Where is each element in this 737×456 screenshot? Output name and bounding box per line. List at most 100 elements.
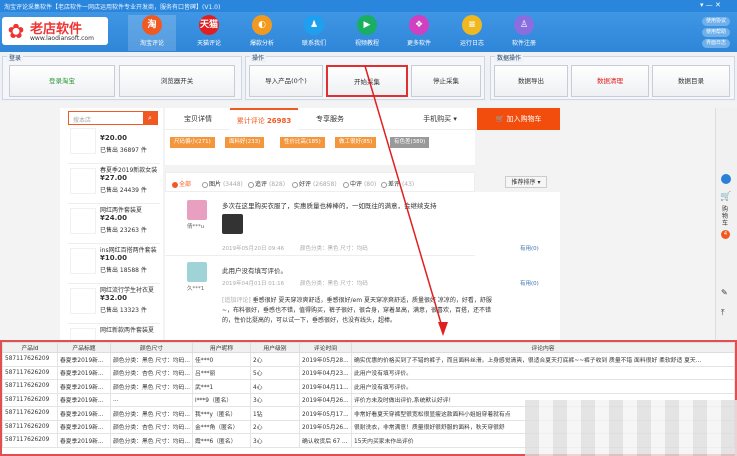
table-cell[interactable]: 颜色分类：黑色 尺寸：均码...: [110, 352, 193, 367]
table-cell[interactable]: 春夏季2019新...: [57, 406, 111, 421]
review-tag[interactable]: 性价比高(185): [280, 137, 325, 148]
table-cell[interactable]: 吕***丽: [192, 365, 251, 380]
table-cell[interactable]: 2心: [250, 352, 300, 367]
radio-icon[interactable]: [248, 181, 254, 188]
tab-reviews[interactable]: 累计评论 26983: [230, 108, 298, 130]
review-tag[interactable]: 面料好(233): [225, 137, 265, 148]
cart-label[interactable]: 购物车: [722, 206, 730, 227]
filter-option[interactable]: 追评 (828): [248, 179, 285, 188]
product-item[interactable]: 网红流行学生衬衣夏 ¥32.00 已售出 13323 件: [68, 284, 160, 324]
browser-toggle-button[interactable]: 浏览器开关: [119, 65, 235, 97]
radio-icon[interactable]: [202, 181, 208, 188]
review-image[interactable]: [222, 214, 243, 234]
table-cell[interactable]: 587117626209: [2, 433, 58, 448]
help-button[interactable]: 使用帮助: [702, 28, 730, 37]
column-header[interactable]: 颜色尺寸: [110, 342, 193, 353]
table-cell[interactable]: 5心: [250, 365, 300, 380]
table-cell[interactable]: 春夏季2019新...: [57, 419, 111, 434]
tab-services[interactable]: 专享服务: [305, 108, 355, 130]
filter-option[interactable]: 差评 (43): [381, 179, 414, 188]
filter-option[interactable]: 全部: [172, 179, 191, 188]
table-cell[interactable]: l***9（匿名）: [192, 392, 251, 407]
table-cell[interactable]: 春夏季2019新...: [57, 392, 111, 407]
table-cell[interactable]: 春夏季2019新...: [57, 379, 111, 394]
useful-link[interactable]: 有用(0): [520, 279, 539, 287]
table-cell[interactable]: 确实优惠的价格买到了不错的裤子，而且面料丝滑，上身感觉清爽，很适合夏天打底裤~~…: [351, 352, 735, 367]
edit-icon[interactable]: ✎: [721, 288, 728, 297]
nav-item-0[interactable]: 淘淘宝评论: [128, 15, 176, 51]
table-cell[interactable]: 霞***6（匿名）: [192, 433, 251, 448]
table-cell[interactable]: 587117626209: [2, 365, 58, 380]
start-collect-button[interactable]: 开始采集: [326, 65, 408, 97]
table-cell[interactable]: 587117626209: [2, 392, 58, 407]
table-cell[interactable]: 2019年04月26...: [299, 392, 352, 407]
useful-link[interactable]: 有用(0): [520, 244, 539, 252]
review-tag[interactable]: 做工很好(85): [335, 137, 377, 148]
column-header[interactable]: 评论时间: [299, 342, 352, 353]
nav-item-5[interactable]: ❖ 更多软件: [395, 15, 443, 47]
sort-dropdown[interactable]: 推荐排序 ▾: [505, 176, 547, 188]
table-cell[interactable]: 4心: [250, 379, 300, 394]
table-cell[interactable]: 2019年05月28...: [299, 352, 352, 367]
shop-search-input[interactable]: 搜本店 ⌕: [68, 111, 158, 125]
table-cell[interactable]: 金***角（匿名）: [192, 419, 251, 434]
table-cell[interactable]: 587117626209: [2, 419, 58, 434]
log-button[interactable]: 界面日志: [702, 39, 730, 48]
back-to-top-icon[interactable]: ⤒: [721, 308, 725, 318]
radio-icon[interactable]: [292, 181, 298, 188]
table-cell[interactable]: 3心: [250, 433, 300, 448]
table-cell[interactable]: 春夏季2019新...: [57, 433, 111, 448]
nav-item-7[interactable]: ♙ 软件注册: [500, 15, 548, 47]
table-cell[interactable]: 颜色分类：杏色 尺寸：均码...: [110, 365, 193, 380]
table-cell[interactable]: 佳***0: [192, 352, 251, 367]
table-cell[interactable]: 春夏季2019新...: [57, 365, 111, 380]
nav-item-2[interactable]: ◐ 爆款分析: [238, 15, 286, 47]
table-cell[interactable]: 颜色分类：黑色 尺寸：均码...: [110, 433, 193, 448]
table-cell[interactable]: ...: [110, 392, 193, 407]
column-header[interactable]: 评论内容: [351, 342, 735, 353]
table-cell[interactable]: 我***y（匿名）: [192, 406, 251, 421]
review-tag[interactable]: 有色差(380): [390, 137, 430, 148]
user-agreement-button[interactable]: 使用协议: [702, 17, 730, 26]
table-cell[interactable]: 587117626209: [2, 379, 58, 394]
stop-collect-button[interactable]: 停止采集: [411, 65, 481, 97]
tab-mobile-buy[interactable]: 手机购买 ▾: [405, 108, 475, 130]
table-cell[interactable]: 春夏季2019新...: [57, 352, 111, 367]
data-folder-button[interactable]: 数据目录: [652, 65, 730, 97]
table-cell[interactable]: 颜色分类：黑色 尺寸：均码...: [110, 406, 193, 421]
product-item[interactable]: 网红两件套装夏 ¥24.00 已售出 23263 件: [68, 204, 160, 244]
table-cell[interactable]: 确认收货后 67 ...: [299, 433, 352, 448]
column-header[interactable]: 产品标题: [57, 342, 111, 353]
table-cell[interactable]: 2心: [250, 419, 300, 434]
login-taobao-button[interactable]: 登录淘宝: [9, 65, 115, 97]
table-cell[interactable]: 587117626209: [2, 406, 58, 421]
table-cell[interactable]: 此用户没有填写评价。: [351, 379, 735, 394]
nav-item-4[interactable]: ▶ 视频教程: [343, 15, 391, 47]
search-icon[interactable]: ⌕: [143, 112, 157, 124]
radio-icon[interactable]: [172, 181, 178, 188]
product-item[interactable]: ¥20.00 已售出 36897 件: [68, 124, 160, 164]
table-cell[interactable]: 2019年04月23...: [299, 365, 352, 380]
column-header[interactable]: 用户级别: [250, 342, 300, 353]
table-cell[interactable]: 587117626209: [2, 352, 58, 367]
table-cell[interactable]: 此用户没有填写评价。: [351, 365, 735, 380]
filter-option[interactable]: 图片 (3448): [202, 179, 243, 188]
chat-icon[interactable]: [721, 174, 731, 184]
cart-icon[interactable]: 🛒: [720, 192, 731, 202]
table-cell[interactable]: 武***1: [192, 379, 251, 394]
filter-option[interactable]: 好评 (26858): [292, 179, 337, 188]
product-item[interactable]: ins网红百搭两件套装 ¥10.00 已售出 18588 件: [68, 244, 160, 284]
table-cell[interactable]: 2019年05月26...: [299, 419, 352, 434]
nav-item-1[interactable]: 天猫 天猫评论: [185, 15, 233, 47]
nav-item-6[interactable]: ≡ 运行日志: [448, 15, 496, 47]
table-cell[interactable]: 2019年04月11...: [299, 379, 352, 394]
product-item[interactable]: 春夏季2019新款女装 ¥27.00 已售出 24439 件: [68, 164, 160, 204]
table-row[interactable]: 587117626209 春夏季2019新... 颜色分类：杏色 尺寸：均码... 吕…: [2, 365, 735, 380]
table-cell[interactable]: 颜色分类：杏色 尺寸：均码...: [110, 419, 193, 434]
review-tag[interactable]: 尺码偏小(271): [170, 137, 215, 148]
table-row[interactable]: 587117626209 春夏季2019新... 颜色分类：黑色 尺寸：均码... 武…: [2, 379, 735, 394]
clear-data-button[interactable]: 数据清理: [571, 65, 649, 97]
column-header[interactable]: 用户昵称: [192, 342, 251, 353]
filter-option[interactable]: 中评 (80): [343, 179, 376, 188]
radio-icon[interactable]: [381, 181, 387, 188]
